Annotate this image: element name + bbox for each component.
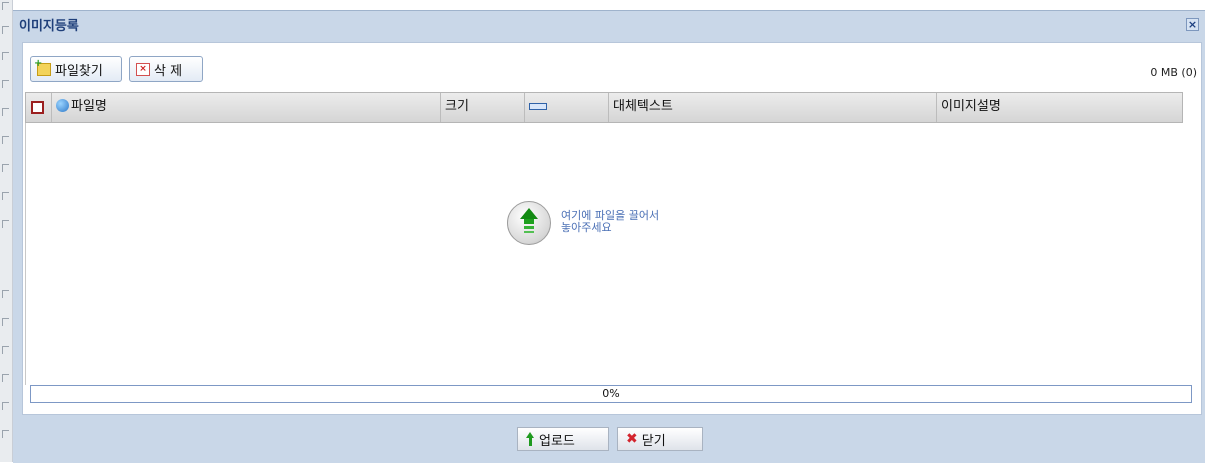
upload-button[interactable]: 업로드: [517, 427, 609, 451]
drop-hint-line2: 놓아주세요: [561, 221, 612, 234]
dialog-titlebar: 이미지등록 ×: [13, 11, 1205, 41]
column-description[interactable]: 이미지설명: [937, 93, 1182, 122]
background-window-edge: [0, 0, 13, 462]
upload-panel: + 파일찾기 × 삭 제 0 MB (0) 파일명 크기 대체텍스트 이미지설명…: [22, 42, 1202, 415]
folder-add-icon: +: [34, 58, 51, 76]
file-drop-zone[interactable]: 여기에 파일을 끌어서 놓아주세요: [25, 123, 1183, 385]
upload-arrow-icon: [507, 201, 551, 245]
column-size[interactable]: 크기: [441, 93, 525, 122]
column-alt-text[interactable]: 대체텍스트: [609, 93, 937, 122]
column-size-label: 크기: [445, 99, 469, 114]
delete-icon: ×: [136, 62, 150, 76]
column-filename-label: 파일명: [71, 99, 107, 114]
drop-hint: 여기에 파일을 끌어서 놓아주세요: [561, 210, 659, 234]
globe-icon: [56, 99, 69, 112]
column-preview[interactable]: [525, 93, 609, 122]
column-description-label: 이미지설명: [941, 99, 1001, 114]
dialog-title: 이미지등록: [19, 19, 79, 34]
select-all-checkbox[interactable]: [31, 101, 44, 114]
file-grid-header: 파일명 크기 대체텍스트 이미지설명: [25, 92, 1183, 123]
select-all-column: [26, 93, 52, 122]
upload-progress-bar: 0%: [30, 385, 1192, 403]
column-alt-text-label: 대체텍스트: [613, 99, 673, 114]
upload-icon: [526, 432, 535, 446]
find-file-label: 파일찾기: [55, 63, 103, 79]
image-upload-dialog: 이미지등록 × + 파일찾기 × 삭 제 0 MB (0) 파일명 크기 대체텍…: [13, 10, 1205, 463]
close-label: 닫기: [641, 433, 666, 449]
progress-label: 0%: [602, 387, 620, 400]
column-filename[interactable]: 파일명: [52, 93, 441, 122]
delete-label: 삭 제: [154, 63, 183, 79]
close-button[interactable]: ✖ 닫기: [617, 427, 703, 451]
close-x-icon: ✖: [626, 431, 638, 447]
delete-button[interactable]: × 삭 제: [129, 56, 203, 82]
close-icon[interactable]: ×: [1186, 18, 1199, 31]
find-file-button[interactable]: + 파일찾기: [30, 56, 122, 82]
upload-label: 업로드: [539, 433, 575, 449]
total-size-info: 0 MB (0): [1150, 66, 1197, 79]
preview-icon: [529, 103, 547, 110]
